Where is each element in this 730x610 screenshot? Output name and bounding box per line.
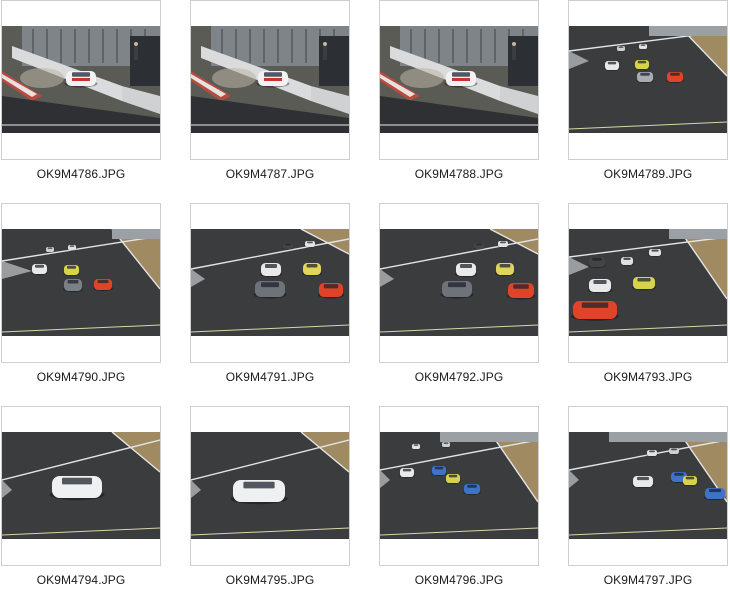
race-car: [253, 281, 287, 299]
thumbnail-image: [380, 26, 538, 133]
race-car: [473, 243, 485, 250]
thumbnail-image: [2, 26, 160, 133]
race-car: [506, 283, 536, 300]
thumbnail-image: [2, 432, 160, 539]
race-car: [616, 46, 626, 52]
thumbnail-item[interactable]: OK9M4795.JPG: [190, 406, 350, 587]
thumbnail-frame[interactable]: [1, 406, 161, 566]
race-car: [304, 241, 316, 248]
thumbnail-filename: OK9M4788.JPG: [414, 167, 504, 181]
thumbnail-filename: OK9M4796.JPG: [414, 573, 504, 587]
race-car: [440, 281, 474, 299]
thumbnail-item[interactable]: OK9M4788.JPG: [379, 0, 539, 181]
race-car: [455, 263, 477, 278]
thumbnail-item[interactable]: OK9M4796.JPG: [379, 406, 539, 587]
thumbnail-frame[interactable]: [568, 0, 728, 160]
thumbnail-filename: OK9M4797.JPG: [603, 573, 693, 587]
race-car: [260, 263, 282, 278]
race-car: [45, 247, 55, 253]
race-car: [588, 257, 606, 268]
thumbnail-item[interactable]: OK9M4794.JPG: [1, 406, 161, 587]
thumbnail-filename: OK9M4793.JPG: [603, 370, 693, 384]
thumbnail-frame[interactable]: [568, 203, 728, 363]
race-car: [445, 474, 461, 484]
race-car: [495, 263, 515, 277]
race-car: [587, 279, 613, 294]
race-car: [93, 279, 113, 292]
thumbnail-filename: OK9M4786.JPG: [36, 167, 126, 181]
thumbnail-image: [191, 432, 349, 539]
thumbnail-filename: OK9M4787.JPG: [225, 167, 315, 181]
thumbnail-filename: OK9M4791.JPG: [225, 370, 315, 384]
race-car: [463, 484, 481, 495]
thumbnail-frame[interactable]: [379, 0, 539, 160]
race-car: [646, 450, 658, 457]
thumbnail-item[interactable]: OK9M4797.JPG: [568, 406, 728, 587]
thumbnail-image: [380, 229, 538, 336]
thumbnail-frame[interactable]: [568, 406, 728, 566]
thumbnail-filename: OK9M4790.JPG: [36, 370, 126, 384]
thumbnail-frame[interactable]: [1, 203, 161, 363]
race-car: [63, 279, 83, 293]
thumbnail-image: [569, 432, 727, 539]
thumbnail-frame[interactable]: [190, 0, 350, 160]
thumbnail-filename: OK9M4789.JPG: [603, 167, 693, 181]
race-car: [411, 444, 421, 450]
race-car: [604, 61, 620, 71]
race-car: [31, 264, 48, 275]
race-car: [302, 263, 322, 277]
race-car: [497, 241, 509, 248]
thumbnail-item[interactable]: OK9M4789.JPG: [568, 0, 728, 181]
race-car: [230, 480, 288, 505]
race-car: [704, 488, 726, 501]
race-car: [666, 72, 684, 83]
race-car: [63, 265, 80, 276]
race-car: [668, 448, 680, 455]
thumbnail-grid: OK9M4786.JPG OK9M4787.JPG OK9M4788.JPG O…: [0, 0, 730, 610]
thumbnail-filename: OK9M4794.JPG: [36, 573, 126, 587]
race-car: [441, 442, 451, 448]
race-car: [399, 468, 415, 478]
thumbnail-frame[interactable]: [1, 0, 161, 160]
thumbnail-item[interactable]: OK9M4792.JPG: [379, 203, 539, 384]
thumbnail-image: [380, 432, 538, 539]
thumbnail-image: [191, 26, 349, 133]
race-car: [634, 60, 650, 70]
thumbnail-item[interactable]: OK9M4786.JPG: [1, 0, 161, 181]
race-car: [67, 245, 77, 251]
race-car: [570, 301, 620, 321]
thumbnail-filename: OK9M4792.JPG: [414, 370, 504, 384]
thumbnail-item[interactable]: OK9M4790.JPG: [1, 203, 161, 384]
race-car: [632, 476, 654, 489]
thumbnail-frame[interactable]: [190, 203, 350, 363]
thumbnail-image: [2, 229, 160, 336]
thumbnail-frame[interactable]: [190, 406, 350, 566]
race-car: [431, 466, 447, 476]
thumbnail-filename: OK9M4795.JPG: [225, 573, 315, 587]
race-car: [636, 72, 654, 83]
thumbnail-frame[interactable]: [379, 203, 539, 363]
race-car: [317, 283, 345, 299]
thumbnail-image: [569, 26, 727, 133]
race-car: [282, 243, 294, 250]
thumbnail-image: [569, 229, 727, 336]
thumbnail-item[interactable]: OK9M4787.JPG: [190, 0, 350, 181]
thumbnail-image: [191, 229, 349, 336]
race-car: [620, 257, 634, 266]
thumbnail-item[interactable]: OK9M4793.JPG: [568, 203, 728, 384]
thumbnail-item[interactable]: OK9M4791.JPG: [190, 203, 350, 384]
thumbnail-frame[interactable]: [379, 406, 539, 566]
race-car: [682, 476, 698, 486]
race-car: [49, 476, 105, 501]
race-car: [648, 249, 662, 257]
race-car: [631, 277, 657, 291]
race-car: [638, 44, 648, 50]
